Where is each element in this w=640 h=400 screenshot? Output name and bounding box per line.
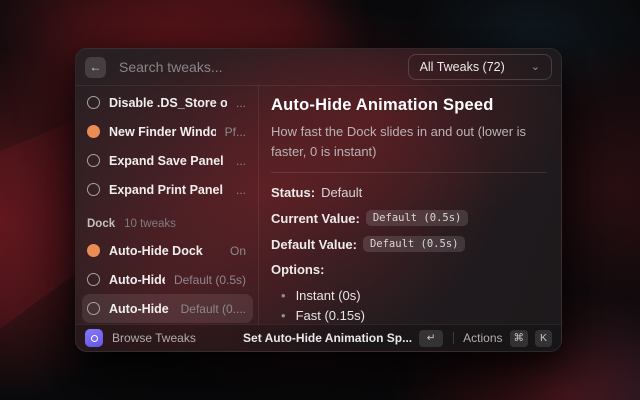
section-title: Dock [87, 218, 115, 230]
list-item-value: On [230, 244, 246, 258]
list-item-auto-hide-delay[interactable]: Auto-Hide Delay Default (0.5s) [82, 265, 253, 294]
list-item-label: Auto-Hide Delay [109, 273, 165, 287]
app-mode-label: Browse Tweaks [112, 331, 196, 345]
toggle-on-icon [87, 125, 100, 138]
default-value-badge: Default (0.5s) [363, 236, 466, 252]
enter-key-icon[interactable]: ↵ [419, 330, 443, 347]
list-item-label: Auto-Hide Dock [109, 244, 221, 258]
app-logo-icon [85, 329, 103, 347]
list-item-value: ... [236, 183, 246, 197]
section-count: 10 tweaks [124, 218, 176, 230]
option-text: Instant (0s) [296, 286, 361, 306]
option-fast: • Fast (0.15s) [271, 306, 547, 326]
toggle-on-icon [87, 244, 100, 257]
tweaks-palette-window: ← All Tweaks (72) ⌄ Disable .DS_Store on… [75, 48, 562, 352]
bullet-icon: • [281, 306, 286, 326]
cmd-key-icon: ⌘ [510, 330, 529, 347]
status-value: Default [321, 185, 362, 200]
search-input[interactable] [119, 59, 396, 75]
toggle-off-icon [87, 154, 100, 167]
detail-description: How fast the Dock slides in and out (low… [271, 122, 547, 162]
toggle-off-icon [87, 273, 100, 286]
list-item-label: Disable .DS_Store on US... [109, 96, 227, 110]
toggle-off-icon [87, 302, 100, 315]
list-item-value: Pf... [225, 125, 246, 139]
back-button[interactable]: ← [85, 57, 106, 78]
filter-dropdown-label: All Tweaks (72) [420, 60, 505, 74]
filter-dropdown[interactable]: All Tweaks (72) ⌄ [408, 54, 552, 80]
list-item-value: Default (0.... [181, 302, 246, 316]
detail-title: Auto-Hide Animation Speed [271, 96, 547, 115]
actions-menu-button[interactable]: Actions [463, 331, 502, 345]
default-value-label: Default Value: [271, 237, 357, 252]
tweaks-list: Disable .DS_Store on US... ... New Finde… [76, 86, 259, 326]
footer-divider [453, 332, 454, 344]
options-label: Options: [271, 262, 547, 277]
option-instant: • Instant (0s) [271, 286, 547, 306]
current-value-row: Current Value: Default (0.5s) [271, 210, 547, 226]
detail-divider [271, 172, 547, 173]
section-header-dock: Dock 10 tweaks [82, 212, 253, 236]
window-body: Disable .DS_Store on US... ... New Finde… [76, 86, 561, 326]
toggle-off-icon [87, 96, 100, 109]
list-item-expand-save-panel[interactable]: Expand Save Panel by De... ... [82, 146, 253, 175]
k-key-icon: K [535, 330, 552, 347]
list-item-label: Auto-Hide Ani... [109, 302, 172, 316]
list-item-label: New Finder Window Op... [109, 125, 216, 139]
bullet-icon: • [281, 286, 286, 306]
list-item-expand-print-panel[interactable]: Expand Print Panel by De... ... [82, 175, 253, 204]
current-value-label: Current Value: [271, 211, 360, 226]
list-item-value: Default (0.5s) [174, 273, 246, 287]
current-value-badge: Default (0.5s) [366, 210, 469, 226]
list-item-auto-hide-dock[interactable]: Auto-Hide Dock On [82, 236, 253, 265]
list-item-label: Expand Save Panel by De... [109, 154, 227, 168]
list-item-disable-ds-store[interactable]: Disable .DS_Store on US... ... [82, 88, 253, 117]
chevron-down-icon: ⌄ [531, 62, 540, 73]
search-bar: ← All Tweaks (72) ⌄ [76, 49, 561, 86]
default-value-row: Default Value: Default (0.5s) [271, 236, 547, 252]
list-item-auto-hide-animation-selected[interactable]: Auto-Hide Ani... Default (0.... [82, 294, 253, 323]
list-item-label: Expand Print Panel by De... [109, 183, 227, 197]
detail-panel: Auto-Hide Animation Speed How fast the D… [259, 86, 561, 326]
list-item-value: ... [236, 96, 246, 110]
list-item-value: ... [236, 154, 246, 168]
primary-action-button[interactable]: Set Auto-Hide Animation Sp... [243, 331, 412, 345]
status-bar: Browse Tweaks Set Auto-Hide Animation Sp… [76, 324, 561, 351]
status-label: Status: [271, 185, 315, 200]
toggle-off-icon [87, 183, 100, 196]
back-arrow-icon: ← [90, 60, 102, 74]
ring-glyph-icon [91, 335, 98, 342]
option-text: Fast (0.15s) [296, 306, 365, 326]
list-item-new-finder-window[interactable]: New Finder Window Op... Pf... [82, 117, 253, 146]
status-row: Status: Default [271, 185, 547, 200]
